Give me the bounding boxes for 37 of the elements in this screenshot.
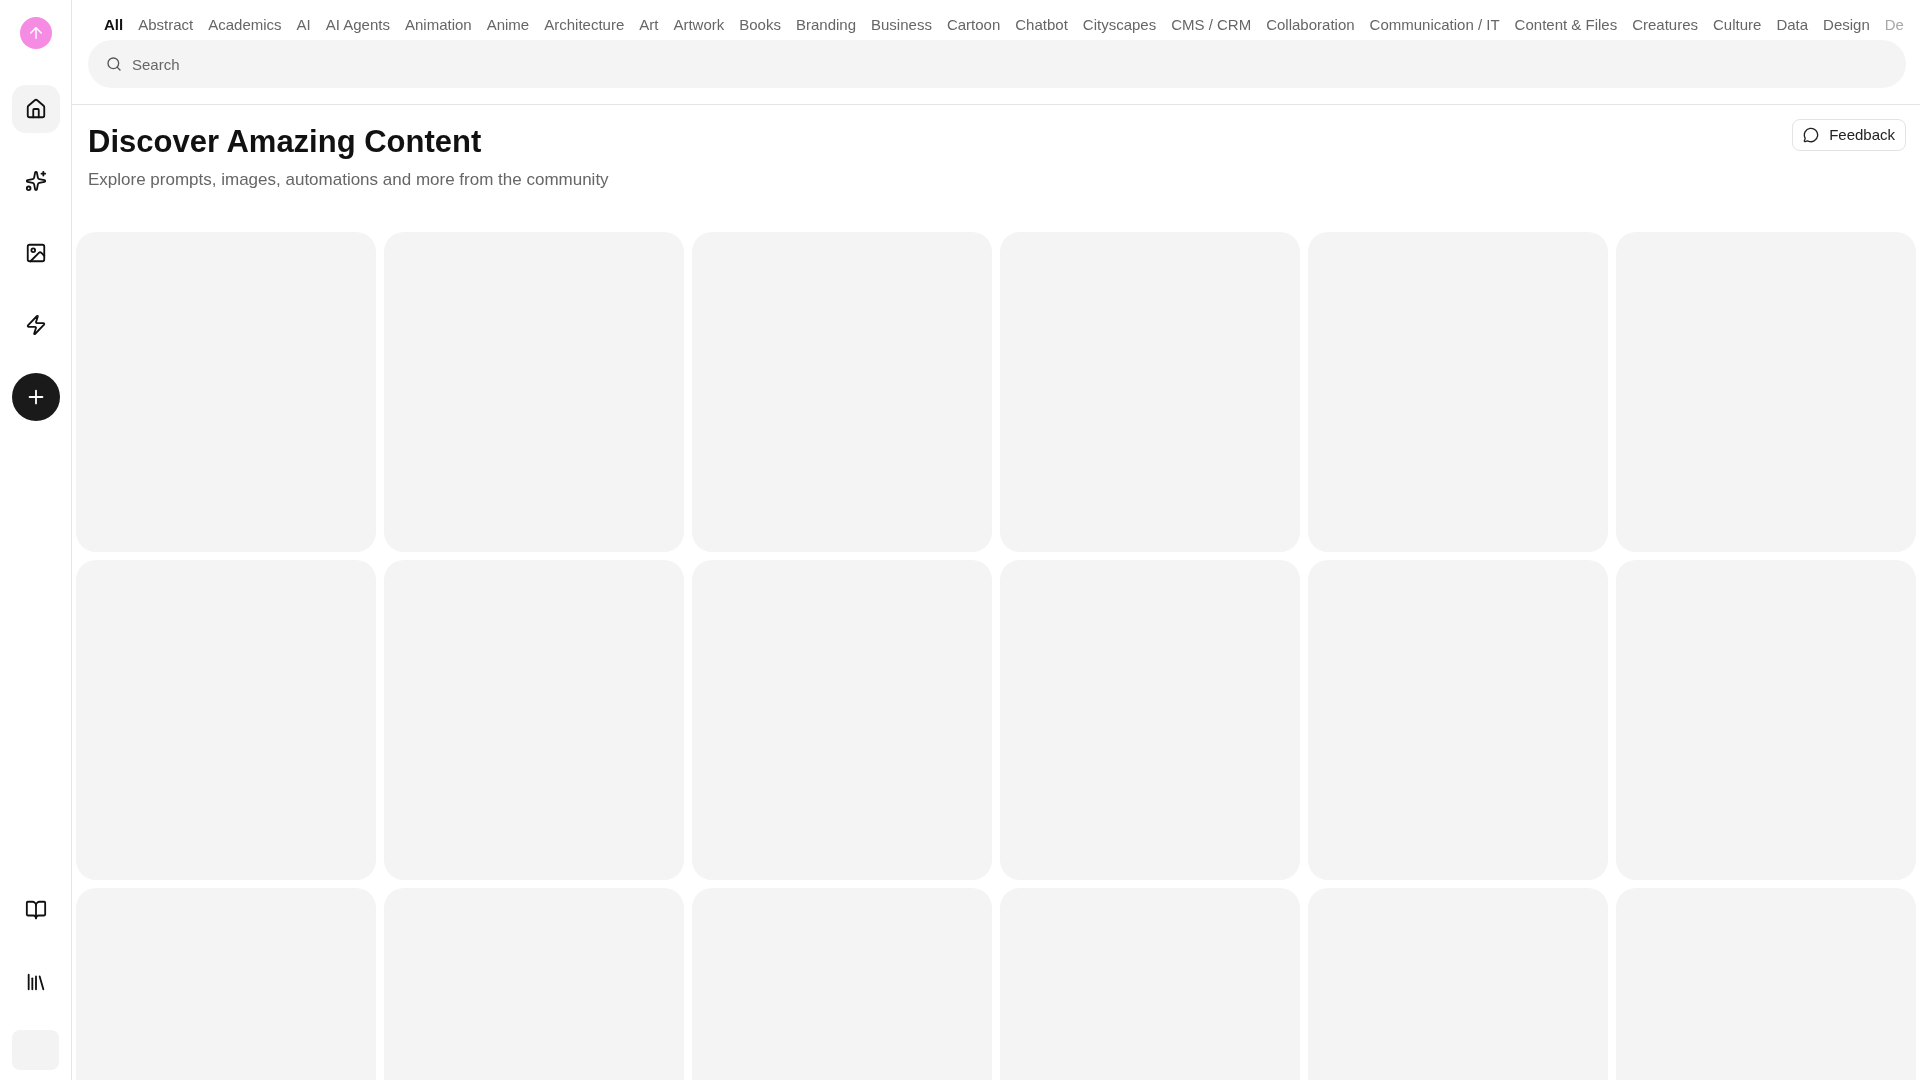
sparkles-icon bbox=[24, 170, 47, 192]
category-tab[interactable]: Content & Files bbox=[1514, 9, 1618, 40]
home-icon bbox=[24, 98, 47, 120]
category-tab[interactable]: Design bbox=[1823, 9, 1870, 40]
category-tab[interactable]: AI bbox=[296, 9, 311, 40]
add-button[interactable] bbox=[11, 373, 60, 421]
page-title: Discover Amazing Content bbox=[88, 123, 483, 161]
category-tab[interactable]: AI Agents bbox=[325, 9, 390, 40]
category-tab[interactable]: Creatures bbox=[1632, 9, 1698, 40]
image-icon bbox=[24, 242, 47, 264]
category-tab[interactable]: Abstract bbox=[138, 9, 194, 40]
category-tab[interactable]: Business bbox=[871, 9, 932, 40]
category-tab[interactable]: Cartoon bbox=[946, 9, 1001, 40]
category-tab[interactable]: Art bbox=[639, 9, 659, 40]
nav-button[interactable] bbox=[11, 85, 60, 133]
category-tab[interactable]: Books bbox=[739, 9, 781, 40]
category-tab[interactable]: Anime bbox=[486, 9, 530, 40]
search-field[interactable]: Search bbox=[88, 40, 1906, 88]
category-tab[interactable]: Branding bbox=[795, 9, 856, 40]
category-tab[interactable]: Architecture bbox=[544, 9, 625, 40]
category-tab[interactable]: Artwork bbox=[673, 9, 725, 40]
category-tab[interactable]: Animation bbox=[404, 9, 472, 40]
category-tab[interactable]: Communication / IT bbox=[1369, 9, 1500, 40]
chat-bubble-icon bbox=[1803, 127, 1820, 143]
category-tab[interactable]: Chatbot bbox=[1015, 9, 1068, 40]
category-tab[interactable]: Culture bbox=[1713, 9, 1762, 40]
page-subtitle: Explore prompts, images, automations and more from the community bbox=[88, 169, 609, 191]
category-tab[interactable]: All bbox=[104, 9, 124, 40]
lightning-icon bbox=[24, 314, 47, 336]
category-tab[interactable]: Collaboration bbox=[1266, 9, 1355, 40]
category-tab[interactable]: Cityscapes bbox=[1082, 9, 1157, 40]
category-tab[interactable]: CMS / CRM bbox=[1171, 9, 1252, 40]
category-tab[interactable]: Data bbox=[1776, 9, 1809, 40]
book-icon bbox=[24, 899, 47, 921]
feedback-button[interactable]: Feedback bbox=[1792, 119, 1906, 151]
category-tab[interactable]: Academics bbox=[208, 9, 282, 40]
search-icon bbox=[106, 56, 122, 72]
